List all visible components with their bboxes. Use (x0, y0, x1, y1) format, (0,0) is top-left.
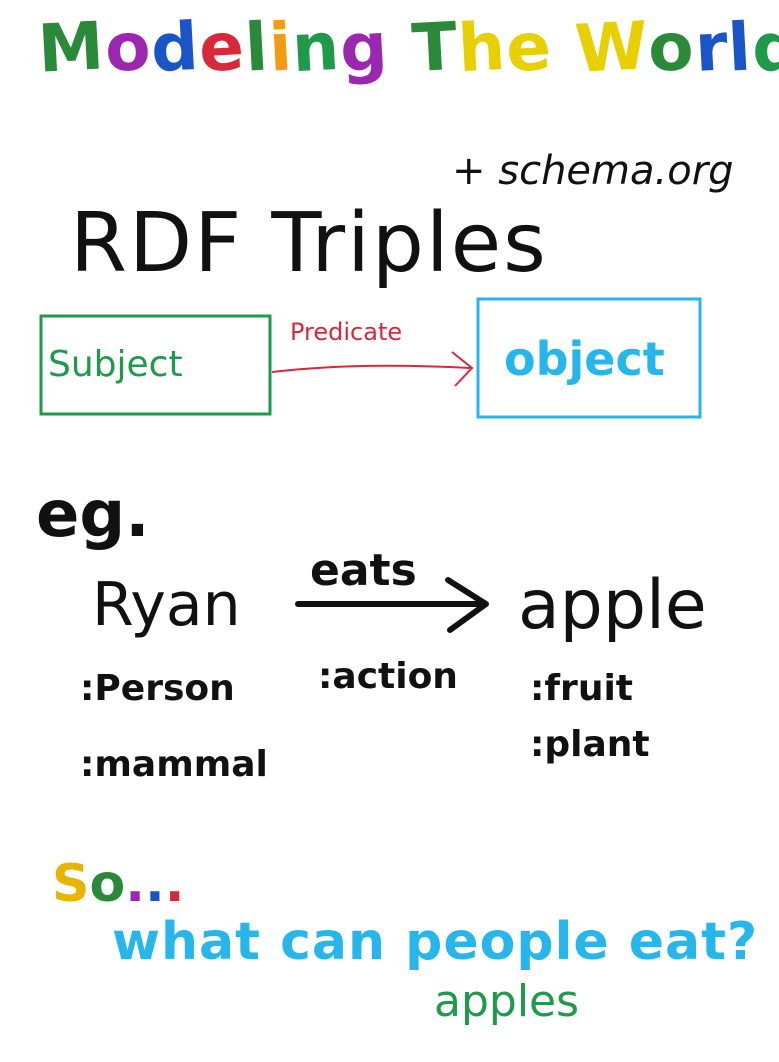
example-subject: Ryan (92, 570, 241, 640)
schema-note: + schema.org (452, 148, 734, 194)
title-letter: r (692, 8, 731, 87)
example-object: apple (518, 566, 707, 645)
title-letter: g (338, 7, 391, 88)
title-letter: T (409, 7, 460, 88)
example-predicate: eats (310, 545, 417, 596)
so-label: So... (52, 854, 184, 914)
title-letter: o (102, 7, 154, 88)
subject-type-person: :Person (80, 668, 235, 709)
title-letter (389, 69, 412, 70)
predicate-arrowhead (451, 351, 474, 387)
title-letter: e (197, 7, 248, 88)
so-letter: S (52, 854, 90, 914)
so-letter: . (144, 854, 165, 914)
page-title: Modeling The World (36, 7, 779, 88)
title-letter: d (149, 7, 202, 88)
so-letter: o (89, 854, 126, 914)
answer: apples (434, 976, 580, 1027)
title-letter: o (646, 7, 697, 88)
title-letter: e (503, 7, 554, 88)
question: what can people eat? (112, 912, 759, 972)
subject-label: Subject (48, 344, 183, 385)
example-label: eg. (36, 478, 150, 552)
so-letter: . (164, 854, 185, 914)
title-letter: W (572, 7, 651, 88)
subject-type-mammal: :mammal (80, 744, 268, 785)
object-type-fruit: :fruit (530, 668, 633, 709)
predicate-type-action: :action (318, 656, 458, 697)
title-letter: d (749, 7, 779, 88)
title-letter (551, 69, 574, 70)
title-letter: n (290, 7, 343, 88)
so-letter: . (125, 854, 145, 914)
title-letter: h (455, 7, 508, 88)
heading: RDF Triples (70, 196, 548, 291)
object-label: object (504, 332, 665, 386)
object-type-plant: :plant (530, 724, 650, 765)
title-letter: M (36, 7, 107, 88)
predicate-label: Predicate (290, 318, 403, 346)
predicate-arrow (271, 364, 471, 373)
